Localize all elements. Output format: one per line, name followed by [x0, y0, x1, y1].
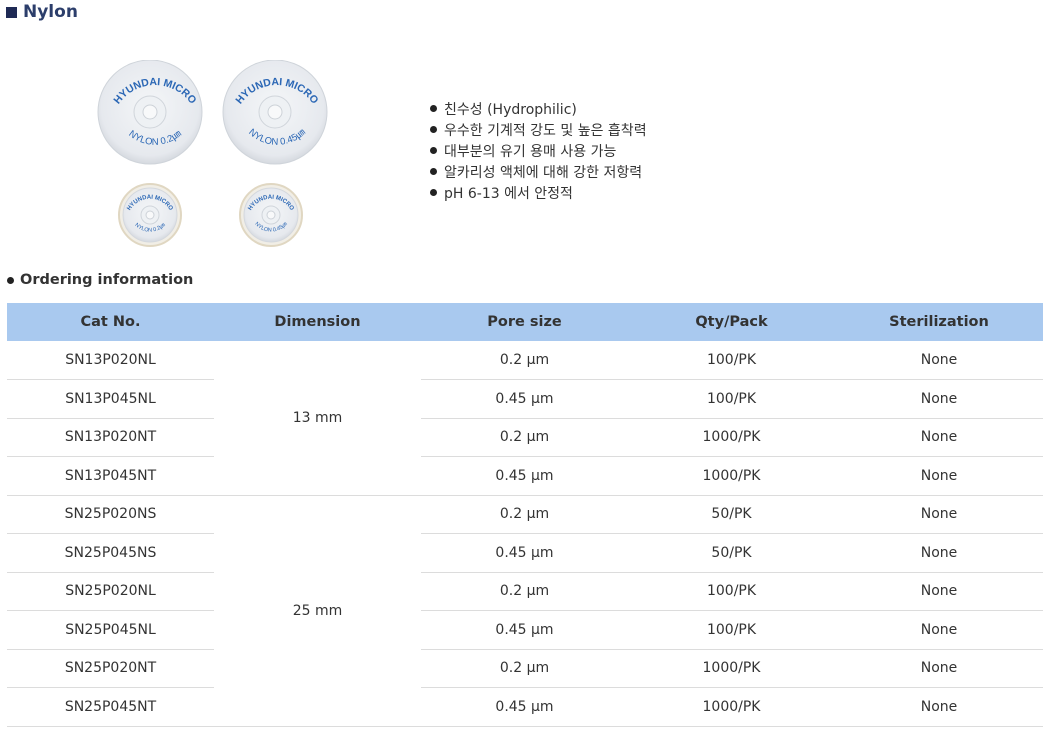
table-header-row: Cat No. Dimension Pore size Qty/Pack Ste… [7, 303, 1043, 341]
square-bullet-icon [6, 6, 17, 18]
product-image: HYUNDAI MICRO NYLON 0.2㎛ HYUNDAI MICRO N… [97, 60, 328, 247]
qty-pack: 1000/PK [628, 418, 835, 457]
cat-no: SN13P045NT [7, 456, 214, 496]
table-row: SN13P020NT 0.2 μm 1000/PK None [7, 418, 1043, 457]
sterilization: None [835, 456, 1043, 496]
feature-item: 대부분의 유기 용매 사용 가능 [430, 142, 647, 163]
feature-item: 친수성 (Hydrophilic) [430, 100, 647, 121]
sterilization: None [835, 687, 1043, 727]
cat-no: SN25P045NL [7, 610, 214, 650]
filter-disc-large-right: HYUNDAI MICRO NYLON 0.45㎛ [222, 60, 328, 165]
filter-disc-large-left: HYUNDAI MICRO NYLON 0.2㎛ [97, 60, 203, 165]
qty-pack: 1000/PK [628, 456, 835, 496]
ordering-table: Cat No. Dimension Pore size Qty/Pack Ste… [7, 303, 1043, 727]
sterilization: None [835, 610, 1043, 650]
feature-item: 알카리성 액체에 대해 강한 저항력 [430, 163, 647, 184]
page-title: Nylon [23, 2, 78, 22]
pore-size: 0.2 μm [421, 341, 628, 380]
qty-pack: 50/PK [628, 533, 835, 573]
pore-size: 0.45 μm [421, 379, 628, 419]
header-pore-size: Pore size [421, 303, 628, 341]
qty-pack: 100/PK [628, 572, 835, 611]
table-row: SN25P045NT 0.45 μm 1000/PK None [7, 687, 1043, 727]
feature-item: 우수한 기계적 강도 및 높은 흡착력 [430, 121, 647, 142]
bullet-icon [430, 146, 437, 154]
table-row: SN13P045NT 0.45 μm 1000/PK None [7, 456, 1043, 496]
pore-size: 0.45 μm [421, 456, 628, 496]
bullet-icon [430, 167, 437, 175]
filter-disc-small-left: HYUNDAI MICRO NYLON 0.2㎛ [118, 183, 182, 247]
cat-no: SN25P020NT [7, 649, 214, 688]
qty-pack: 100/PK [628, 341, 835, 380]
pore-size: 0.45 μm [421, 687, 628, 727]
pore-size: 0.2 μm [421, 649, 628, 688]
table-row: SN25P045NL 0.45 μm 100/PK None [7, 610, 1043, 650]
cat-no: SN13P020NT [7, 418, 214, 457]
bullet-icon [430, 104, 437, 112]
pore-size: 0.45 μm [421, 533, 628, 573]
table-row: SN25P020NL 0.2 μm 100/PK None [7, 572, 1043, 611]
table-row: SN25P020NS 25 mm 0.2 μm 50/PK None [7, 495, 1043, 727]
dimension: 13 mm [214, 341, 421, 496]
table-row: SN13P020NL 13 mm 0.2 μm 100/PK None [7, 341, 1043, 496]
header-dimension: Dimension [214, 303, 421, 341]
cat-no: SN25P020NL [7, 572, 214, 611]
qty-pack: 100/PK [628, 610, 835, 650]
feature-list: 친수성 (Hydrophilic) 우수한 기계적 강도 및 높은 흡착력 대부… [430, 100, 647, 205]
header-sterilization: Sterilization [835, 303, 1043, 341]
pore-size: 0.45 μm [421, 610, 628, 650]
section-title: Nylon [6, 2, 78, 22]
feature-item: pH 6-13 에서 안정적 [430, 184, 647, 205]
cat-no: SN13P045NL [7, 379, 214, 419]
table-row: SN25P020NT 0.2 μm 1000/PK None [7, 649, 1043, 688]
pore-size: 0.2 μm [421, 572, 628, 611]
sterilization: None [835, 572, 1043, 611]
cat-no: SN25P020NS [7, 495, 214, 534]
header-cat-no: Cat No. [7, 303, 214, 341]
table-row: SN25P045NS 0.45 μm 50/PK None [7, 533, 1043, 573]
filter-disc-small-right: HYUNDAI MICRO NYLON 0.45㎛ [239, 183, 303, 247]
sterilization: None [835, 495, 1043, 534]
bullet-icon [7, 276, 14, 284]
dimension: 25 mm [214, 495, 421, 727]
bullet-icon [430, 125, 437, 133]
header-qty-pack: Qty/Pack [628, 303, 835, 341]
qty-pack: 1000/PK [628, 649, 835, 688]
table-row: SN13P045NL 0.45 μm 100/PK None [7, 379, 1043, 419]
cat-no: SN13P020NL [7, 341, 214, 380]
pore-size: 0.2 μm [421, 418, 628, 457]
pore-size: 0.2 μm [421, 495, 628, 534]
sterilization: None [835, 649, 1043, 688]
qty-pack: 1000/PK [628, 687, 835, 727]
sterilization: None [835, 341, 1043, 380]
sterilization: None [835, 379, 1043, 419]
ordering-heading: Ordering information [7, 272, 193, 288]
qty-pack: 100/PK [628, 379, 835, 419]
sterilization: None [835, 533, 1043, 573]
cat-no: SN25P045NS [7, 533, 214, 573]
sterilization: None [835, 418, 1043, 457]
bullet-icon [430, 188, 437, 196]
cat-no: SN25P045NT [7, 687, 214, 727]
qty-pack: 50/PK [628, 495, 835, 534]
